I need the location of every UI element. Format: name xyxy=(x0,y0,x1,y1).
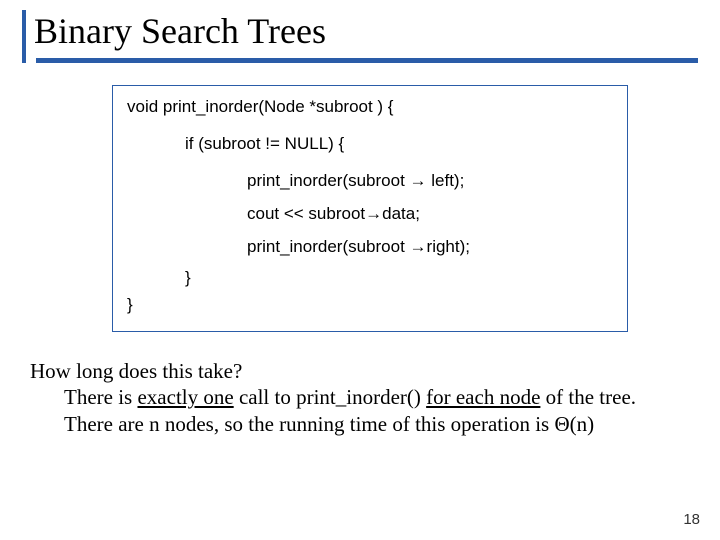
code-text: print_inorder(subroot xyxy=(247,171,410,190)
code-text: data; xyxy=(382,204,420,223)
code-line-if: if (subroot != NULL) { xyxy=(185,133,613,156)
text: There is xyxy=(64,385,137,409)
code-line-call-left: print_inorder(subroot → left); xyxy=(247,170,613,193)
code-close-inner: } xyxy=(185,267,613,290)
text: call to print_inorder() xyxy=(234,385,426,409)
underlined-text: for each node xyxy=(426,385,540,409)
text: (n) xyxy=(570,412,595,436)
code-close-outer: } xyxy=(127,294,613,317)
code-text: cout << subroot xyxy=(247,204,365,223)
explanation-line-2: There are n nodes, so the running time o… xyxy=(30,411,690,438)
code-text: right); xyxy=(427,237,470,256)
code-text: print_inorder(subroot xyxy=(247,237,410,256)
question-line: How long does this take? xyxy=(30,358,690,385)
slide-title: Binary Search Trees xyxy=(34,10,698,56)
page-number: 18 xyxy=(683,511,700,528)
text: of the tree. xyxy=(540,385,636,409)
code-line-signature: void print_inorder(Node *subroot ) { xyxy=(127,96,613,119)
slide: Binary Search Trees void print_inorder(N… xyxy=(0,0,720,540)
code-box: void print_inorder(Node *subroot ) { if … xyxy=(112,85,628,332)
title-block: Binary Search Trees xyxy=(22,10,698,63)
code-line-cout: cout << subroot→data; xyxy=(247,203,613,226)
title-underline xyxy=(36,58,698,63)
arrow-icon: → xyxy=(365,204,382,223)
arrow-icon: → xyxy=(410,237,427,256)
text: There are n nodes, so the running time o… xyxy=(64,412,554,436)
underlined-text: exactly one xyxy=(137,385,233,409)
arrow-icon: → xyxy=(410,171,427,190)
theta-symbol: Θ xyxy=(554,412,569,436)
explanation-line-1: There is exactly one call to print_inord… xyxy=(30,384,690,411)
code-line-call-right: print_inorder(subroot →right); xyxy=(247,236,613,259)
body-text: How long does this take? There is exactl… xyxy=(30,358,690,439)
code-text: left); xyxy=(427,171,465,190)
